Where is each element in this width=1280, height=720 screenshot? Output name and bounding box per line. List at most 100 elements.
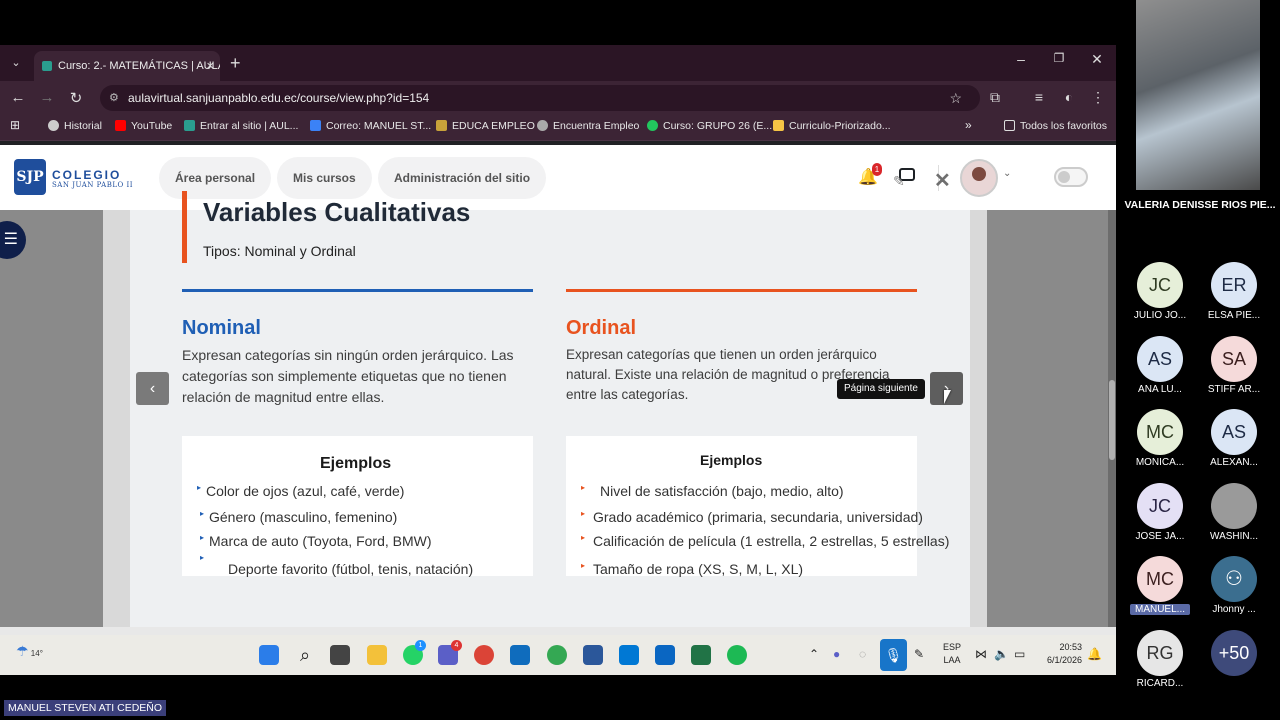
reload-icon[interactable]: ↻ bbox=[66, 89, 86, 107]
file-explorer-icon[interactable] bbox=[367, 645, 387, 665]
browser-menu-icon[interactable]: ⋮ bbox=[1088, 89, 1108, 106]
new-tab-plus-icon[interactable]: + bbox=[230, 53, 241, 74]
school-logo[interactable]: SJP COLEGIO SAN JUAN PABLO II bbox=[14, 159, 134, 197]
participant-tile[interactable]: JC JULIO JO... bbox=[1130, 262, 1190, 321]
bullet-icon: ▸ bbox=[581, 509, 586, 518]
volume-icon[interactable]: 🔈 bbox=[994, 647, 1009, 661]
edit-pencil-icon[interactable]: ✎ bbox=[893, 173, 905, 190]
notification-badge: 1 bbox=[872, 163, 882, 176]
task-view-icon[interactable] bbox=[330, 645, 350, 665]
bookmark-label: EDUCA EMPLEO bbox=[452, 120, 535, 132]
apps-grid-icon[interactable]: ⊞ bbox=[10, 118, 20, 132]
bookmark-youtube[interactable]: YouTube bbox=[115, 120, 172, 132]
participant-tile[interactable]: MC MANUEL... bbox=[1130, 556, 1190, 615]
bookmark-historial[interactable]: Historial bbox=[48, 120, 102, 132]
horizontal-scrollbar[interactable] bbox=[0, 627, 1116, 635]
participant-avatar: JC bbox=[1137, 482, 1183, 529]
microphone-in-use-icon[interactable]: 🎙 bbox=[880, 639, 907, 671]
bookmark-grupo-26[interactable]: Curso: GRUPO 26 (E... bbox=[647, 120, 772, 132]
nav-administracion[interactable]: Administración del sitio bbox=[378, 157, 547, 199]
window-close-icon[interactable]: ✕ bbox=[1082, 51, 1112, 68]
bullet-icon: ▸ bbox=[197, 483, 202, 492]
excel-icon[interactable] bbox=[691, 645, 711, 665]
tab-active[interactable]: Curso: 2.- MATEMÁTICAS | AULA × bbox=[34, 51, 220, 81]
tab-search-chevron-icon[interactable]: ⌄ bbox=[6, 53, 26, 73]
word-icon[interactable] bbox=[583, 645, 603, 665]
bookmark-curriculo[interactable]: Curriculo-Priorizado... bbox=[773, 120, 891, 132]
participant-tile[interactable]: JC JOSE JA... bbox=[1130, 482, 1190, 542]
participant-tile[interactable]: RG RICARD... bbox=[1130, 629, 1190, 689]
app-icon[interactable] bbox=[655, 645, 675, 665]
bookmark-encuentra-empleo[interactable]: Encuentra Empleo bbox=[537, 120, 639, 132]
bullet-icon: ▸ bbox=[581, 483, 586, 492]
spotify-icon[interactable] bbox=[727, 645, 747, 665]
participant-tile[interactable]: ⚇ Jhonny ... bbox=[1204, 556, 1264, 615]
course-index-menu-icon[interactable]: ☰ bbox=[0, 221, 26, 259]
input-language[interactable]: ESP LAA bbox=[943, 641, 961, 667]
media-controls-icon[interactable]: ≡ bbox=[1029, 89, 1049, 105]
participant-avatar: +50 bbox=[1211, 629, 1257, 676]
search-icon[interactable]: ⌕ bbox=[295, 645, 315, 665]
lang-code: ESP bbox=[943, 642, 962, 652]
show-hidden-icons-chevron-icon[interactable]: ⌃ bbox=[809, 647, 819, 661]
nav-mis-cursos[interactable]: Mis cursos bbox=[277, 157, 372, 199]
forward-arrow-icon[interactable]: → bbox=[37, 89, 57, 106]
teams-tray-icon[interactable]: ● bbox=[833, 647, 840, 661]
bookmark-entrar-sitio[interactable]: Entrar al sitio | AUL... bbox=[184, 120, 298, 132]
participant-tile[interactable]: AS ANA LU... bbox=[1130, 335, 1190, 395]
mail-app-icon[interactable] bbox=[510, 645, 530, 665]
history-icon bbox=[48, 120, 59, 131]
profile-icon[interactable]: ◐ bbox=[1059, 89, 1079, 105]
participant-tile[interactable]: AS ALEXAN... bbox=[1204, 409, 1264, 468]
tab-close-icon[interactable]: × bbox=[206, 51, 214, 81]
start-windows-icon[interactable] bbox=[259, 645, 279, 665]
educa-icon bbox=[436, 120, 447, 131]
nominal-examples-heading: Ejemplos bbox=[320, 455, 392, 472]
chrome-icon[interactable] bbox=[474, 645, 494, 665]
slide-close-icon[interactable]: ✕ bbox=[934, 168, 951, 193]
address-bar[interactable]: ⚙ aulavirtual.sanjuanpablo.edu.ec/course… bbox=[100, 85, 980, 111]
back-arrow-icon[interactable]: ← bbox=[8, 89, 28, 106]
participant-tile[interactable]: WASHIN... bbox=[1204, 482, 1264, 542]
all-favorites-folder[interactable]: Todos los favoritos bbox=[1004, 120, 1107, 132]
tray-app-icon[interactable]: ◌ bbox=[859, 647, 866, 661]
clock-date: 6/1/2026 bbox=[1046, 655, 1082, 665]
edit-mode-toggle[interactable] bbox=[1054, 167, 1088, 187]
extensions-icon[interactable]: ⧉ bbox=[985, 89, 1005, 106]
browser-toolbar: ← → ↻ ⚙ aulavirtual.sanjuanpablo.edu.ec/… bbox=[0, 81, 1116, 115]
participant-tile[interactable]: ER ELSA PIE... bbox=[1204, 262, 1264, 321]
snipping-tool-icon[interactable] bbox=[619, 645, 639, 665]
participant-tile[interactable]: MC MONICA... bbox=[1130, 409, 1190, 468]
minimize-icon[interactable]: – bbox=[1006, 51, 1036, 67]
network-icon[interactable]: ⋈ bbox=[975, 647, 987, 661]
page-scrollbar[interactable] bbox=[1108, 210, 1116, 627]
weather-widget[interactable]: ☂ 14° bbox=[16, 643, 43, 660]
whatsapp-badge: 1 bbox=[415, 640, 426, 651]
user-avatar[interactable] bbox=[960, 159, 998, 197]
next-page-tooltip: Página siguiente bbox=[837, 379, 925, 399]
active-speaker-video[interactable] bbox=[1136, 0, 1260, 190]
participant-avatar: MC bbox=[1137, 556, 1183, 602]
previous-page-button[interactable]: ‹ bbox=[136, 372, 169, 405]
user-menu-chevron-icon[interactable]: ⌄ bbox=[1003, 168, 1011, 179]
notification-center-icon[interactable]: 🔔 bbox=[1087, 647, 1102, 661]
bookmark-star-icon[interactable]: ☆ bbox=[949, 85, 962, 111]
nominal-example-item: ▸ Color de ojos (azul, café, verde) bbox=[197, 483, 404, 499]
battery-icon[interactable]: ▭ bbox=[1014, 647, 1025, 661]
system-clock[interactable]: 20:53 6/1/2026 bbox=[1038, 641, 1082, 667]
ordinal-example-item: ▸ Grado académico (primaria, secundaria, … bbox=[581, 509, 923, 525]
bookmark-correo[interactable]: Correo: MANUEL ST... bbox=[310, 120, 431, 132]
example-text: Tamaño de ropa (XS, S, M, L, XL) bbox=[593, 561, 804, 577]
bookmark-educa-empleo[interactable]: EDUCA EMPLEO bbox=[436, 120, 535, 132]
more-bookmarks-chevron-icon[interactable]: » bbox=[965, 118, 972, 132]
pen-icon[interactable]: ✎ bbox=[914, 647, 924, 661]
site-info-icon[interactable]: ⚙ bbox=[109, 85, 119, 111]
nav-area-personal[interactable]: Área personal bbox=[159, 157, 272, 199]
restore-icon[interactable]: ❐ bbox=[1044, 51, 1074, 65]
chrome-profile-icon[interactable] bbox=[547, 645, 567, 665]
participant-name: ANA LU... bbox=[1138, 383, 1182, 395]
drive-icon bbox=[773, 120, 784, 131]
participant-tile[interactable]: SA STIFF AR... bbox=[1204, 335, 1264, 395]
example-text: Calificación de película (1 estrella, 2 … bbox=[593, 533, 950, 549]
participant-tile[interactable]: +50 bbox=[1204, 629, 1264, 678]
